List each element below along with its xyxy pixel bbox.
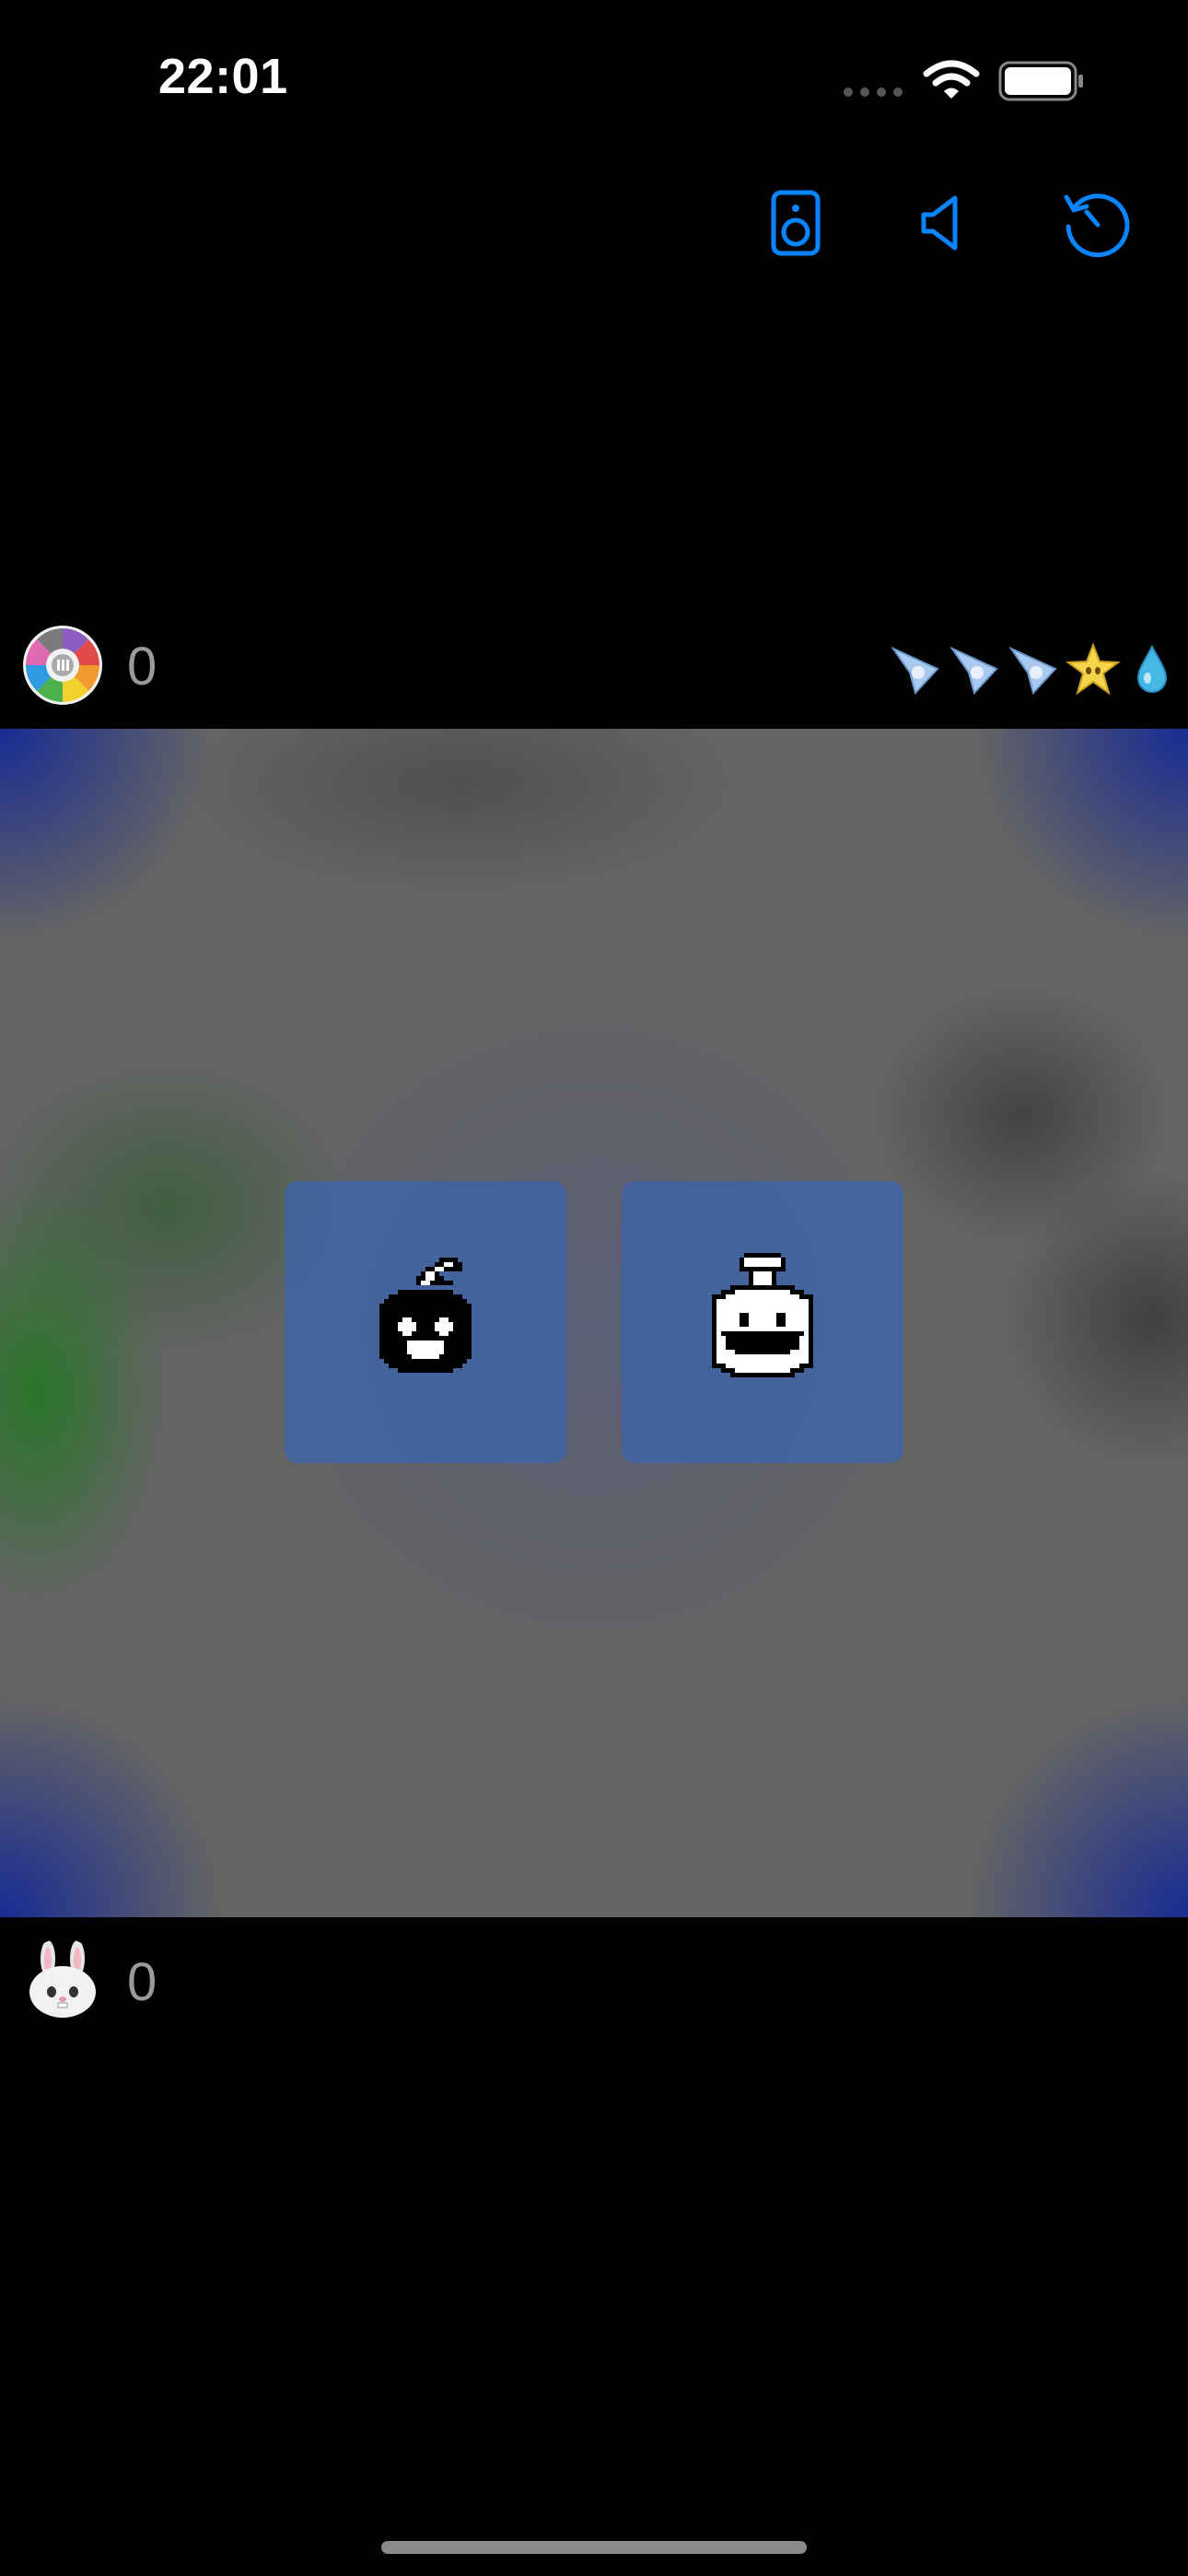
home-indicator[interactable]: [381, 2541, 807, 2554]
paper-plane-icon: [1008, 646, 1057, 696]
color-wheel-avatar: [23, 626, 102, 705]
tile-potion[interactable]: [622, 1181, 903, 1463]
droplet-icon: [1136, 644, 1168, 693]
paper-plane-icon: [891, 646, 939, 696]
player-score: 0: [127, 1952, 157, 2012]
opponent-inventory: [888, 641, 1181, 704]
potion-icon: [712, 1253, 813, 1377]
battery-icon: [998, 61, 1083, 101]
wifi-icon: [923, 60, 980, 99]
status-time: 22:01: [158, 49, 288, 104]
paper-plane-icon: [949, 646, 998, 696]
signal-dots-icon: [844, 88, 903, 97]
star-icon: [1066, 642, 1121, 696]
opponent-score: 0: [127, 637, 157, 697]
game-board: [0, 729, 1188, 1917]
volume-icon: [921, 195, 958, 251]
speaker-button[interactable]: [751, 179, 840, 267]
speaker-icon: [771, 190, 821, 256]
volume-button[interactable]: [897, 179, 985, 267]
bunny-avatar: [29, 1940, 96, 2018]
restart-button[interactable]: [1052, 179, 1140, 267]
tile-bomb[interactable]: [285, 1181, 566, 1463]
restart-icon: [1064, 193, 1130, 258]
bomb-icon: [379, 1258, 472, 1373]
